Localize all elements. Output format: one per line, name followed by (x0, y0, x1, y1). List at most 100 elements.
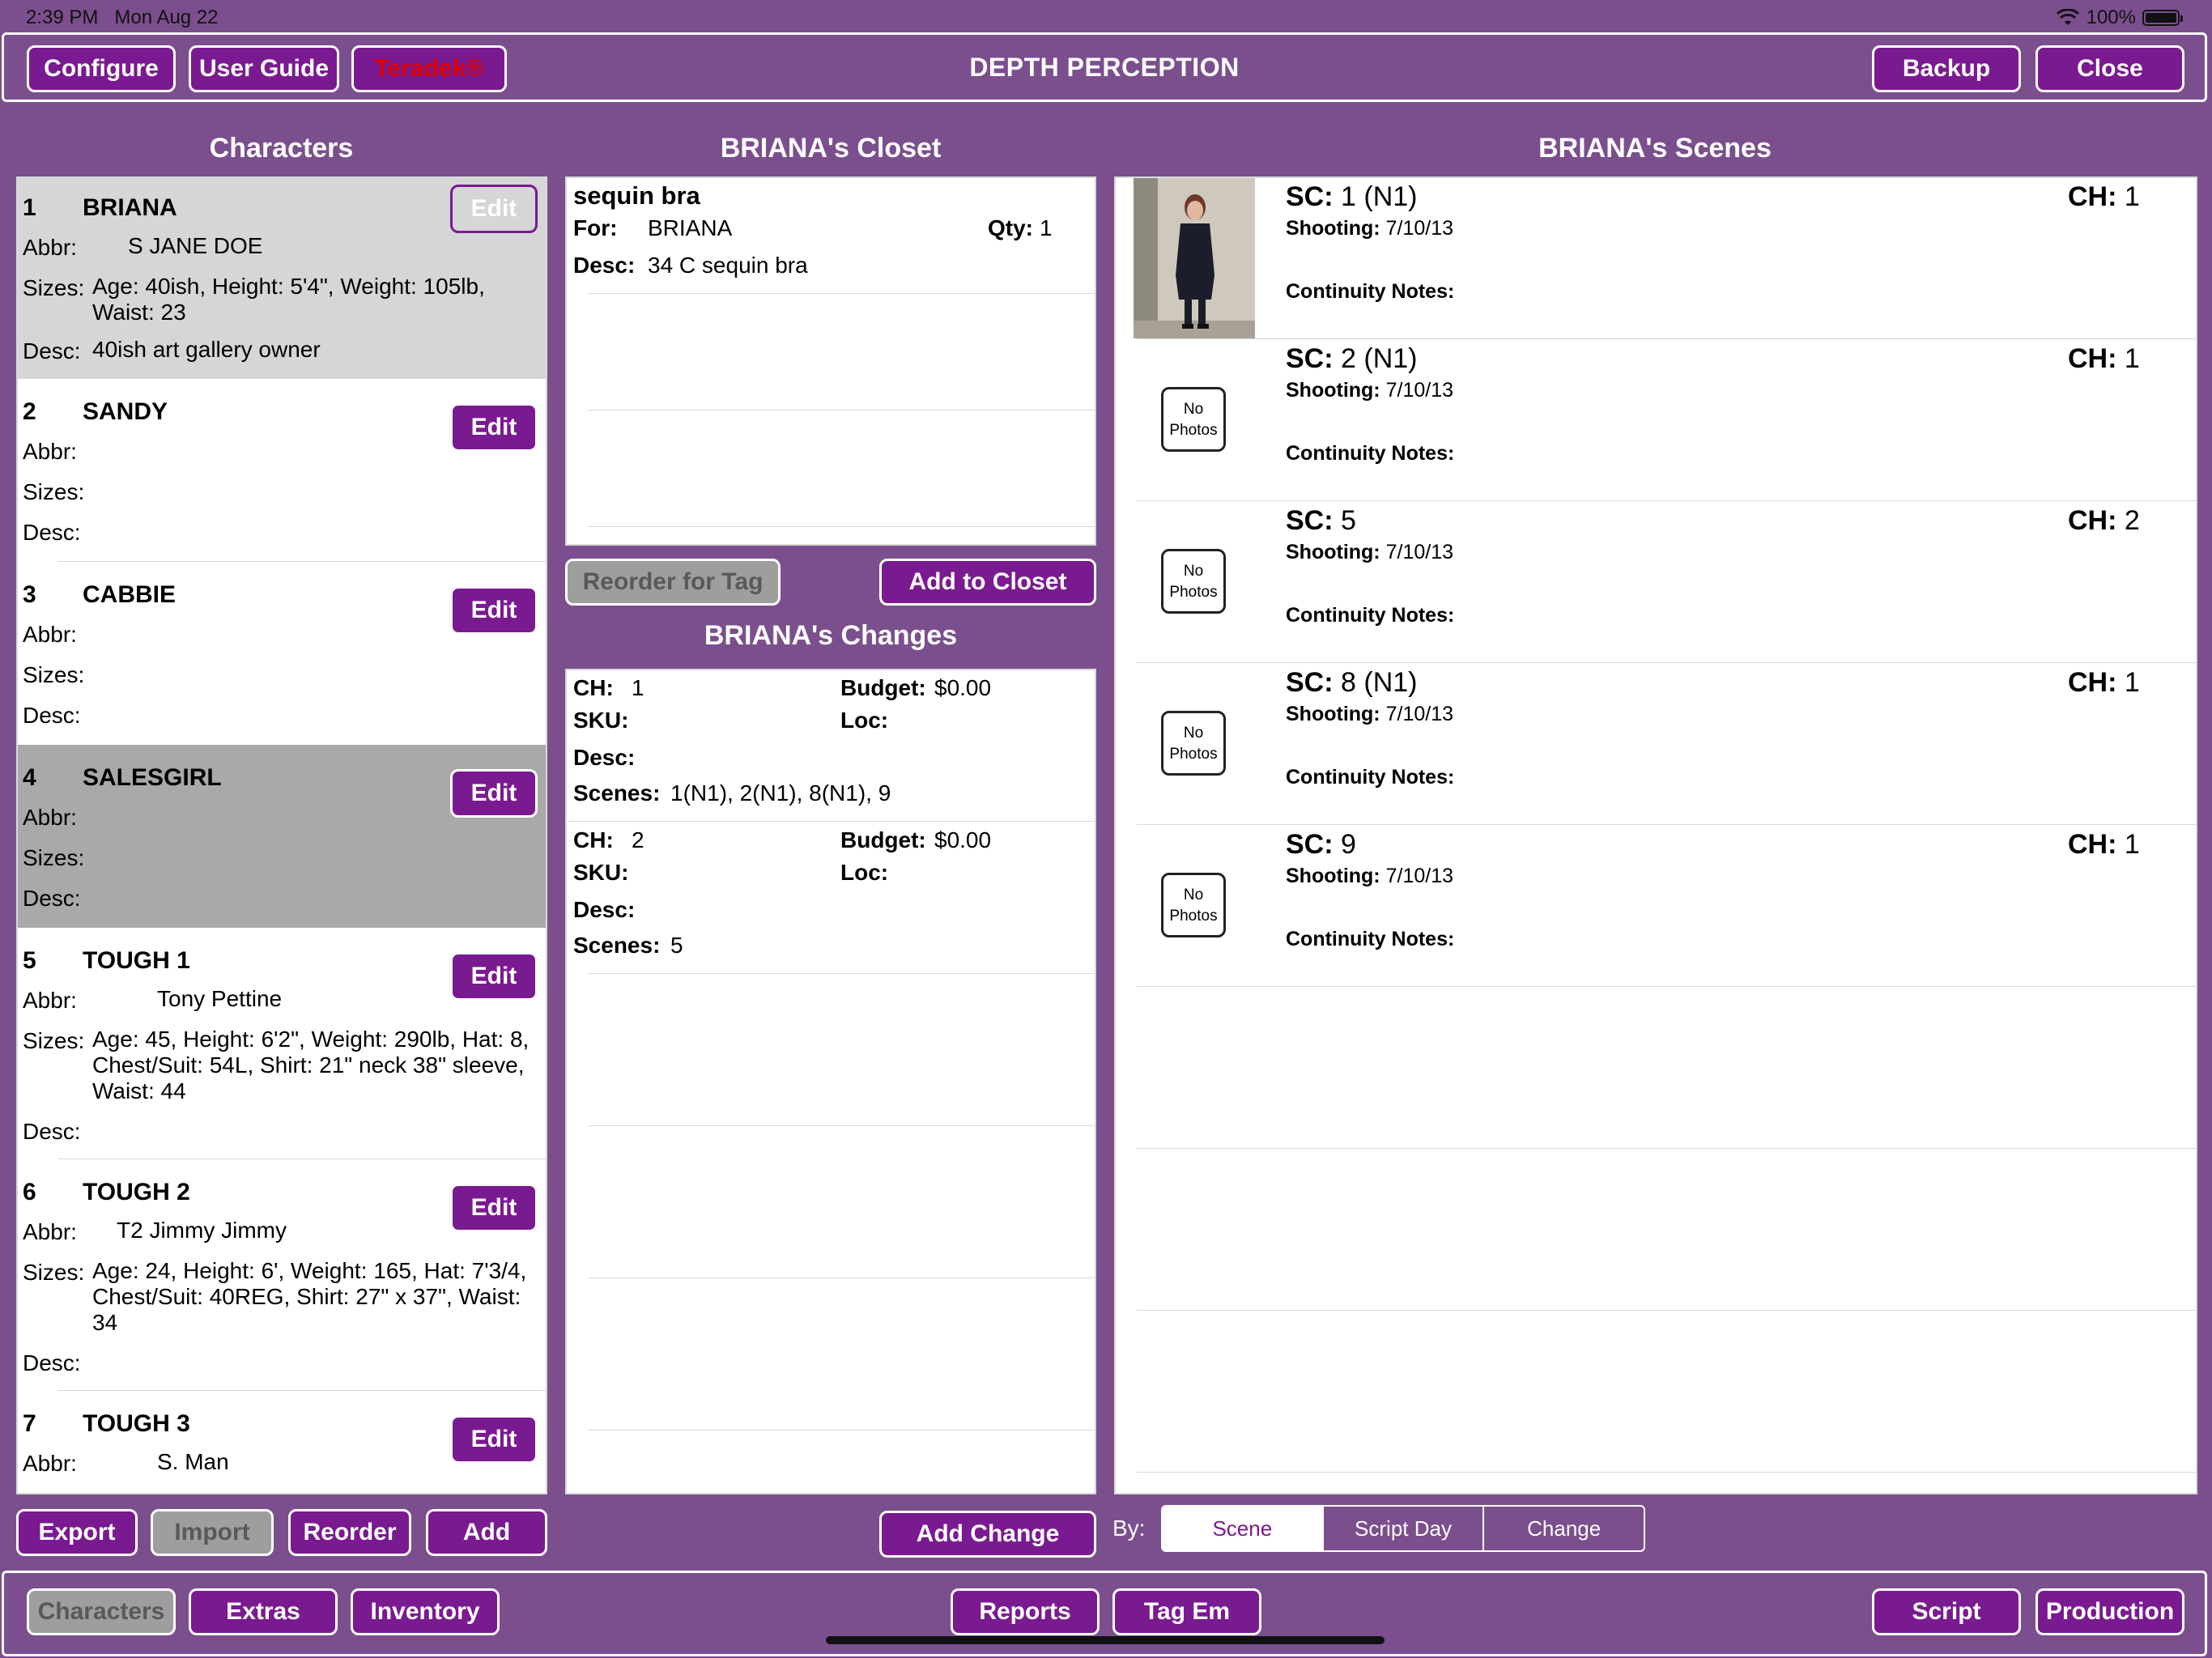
row-divider (1137, 1148, 2196, 1149)
backup-button[interactable]: Backup (1872, 45, 2021, 92)
sc-label: SC: (1286, 667, 1334, 698)
close-button[interactable]: Close (2035, 45, 2184, 92)
budget-value: $0.00 (934, 675, 992, 700)
closet-item-name: sequin bra (573, 181, 700, 210)
abbr-label: Abbr: (23, 439, 77, 464)
abbr-label: Abbr: (23, 1219, 77, 1244)
character-row[interactable]: 6 TOUGH 2 Edit Abbr: T2 Jimmy Jimmy Size… (18, 1159, 546, 1391)
sc-value: 9 (1341, 829, 1356, 860)
edit-button[interactable]: Edit (450, 586, 538, 635)
character-number: 4 (23, 764, 36, 791)
user-guide-button[interactable]: User Guide (189, 45, 339, 92)
character-row[interactable]: 2 SANDY Edit Abbr: Sizes: Desc: (18, 379, 546, 562)
nav-script-button[interactable]: Script (1872, 1588, 2021, 1635)
nav-reports-button[interactable]: Reports (951, 1588, 1100, 1635)
export-button[interactable]: Export (16, 1509, 138, 1556)
reorder-for-tag-button[interactable]: Reorder for Tag (565, 559, 781, 606)
ch-value: 1 (2124, 829, 2140, 860)
row-divider (588, 526, 1095, 527)
row-divider (588, 1430, 1095, 1431)
ch-label: CH: (573, 827, 614, 852)
status-bar: 2:39 PM Mon Aug 22 100% (0, 0, 2212, 32)
add-button[interactable]: Add (426, 1509, 547, 1556)
character-row[interactable]: 1 BRIANA Edit Abbr: S JANE DOE Sizes: Ag… (18, 178, 546, 379)
nav-tag-em-button[interactable]: Tag Em (1112, 1588, 1261, 1635)
row-divider (1137, 662, 2196, 663)
ch-value: 1 (2124, 181, 2140, 212)
edit-button[interactable]: Edit (450, 185, 538, 233)
segment-scene[interactable]: Scene (1163, 1507, 1324, 1550)
shooting-value: 7/10/13 (1385, 379, 1454, 402)
nav-characters-button[interactable]: Characters (27, 1588, 176, 1635)
reorder-button[interactable]: Reorder (288, 1509, 411, 1556)
character-number: 5 (23, 947, 36, 974)
edit-button[interactable]: Edit (450, 403, 538, 452)
segment-change[interactable]: Change (1484, 1507, 1644, 1550)
character-number: 2 (23, 398, 36, 425)
status-time: 2:39 PM Mon Aug 22 (26, 6, 219, 28)
ch-value: 2 (632, 827, 644, 852)
character-name: CABBIE (83, 581, 177, 608)
loc-label: Loc: (840, 860, 889, 885)
edit-button[interactable]: Edit (450, 952, 538, 1001)
qty-value: 1 (1040, 215, 1053, 240)
edit-button[interactable]: Edit (450, 1184, 538, 1232)
sort-by-label: By: (1112, 1516, 1146, 1541)
import-button[interactable]: Import (151, 1509, 274, 1556)
nav-inventory-button[interactable]: Inventory (351, 1588, 500, 1635)
characters-list[interactable]: 1 BRIANA Edit Abbr: S JANE DOE Sizes: Ag… (16, 176, 547, 1494)
desc-value: 40ish art gallery owner (92, 337, 321, 362)
character-row[interactable]: 7 TOUGH 3 Edit Abbr: S. Man Sizes: (18, 1391, 546, 1493)
ch-label: CH: (2068, 829, 2117, 860)
scenes-list[interactable]: SC: 1 (N1) Shooting: 7/10/13 Continuity … (1114, 176, 2197, 1494)
shooting-value: 7/10/13 (1385, 541, 1454, 563)
ch-label: CH: (2068, 181, 2117, 212)
scenes-title: BRIANA's Scenes (1538, 133, 1772, 164)
ch-value: 1 (2124, 667, 2140, 698)
sc-label: SC: (1286, 505, 1334, 536)
sc-value: 1 (N1) (1341, 181, 1418, 212)
battery-percent: 100% (2086, 6, 2136, 28)
edit-button[interactable]: Edit (450, 1415, 538, 1464)
character-row[interactable]: 3 CABBIE Edit Abbr: Sizes: Desc: (18, 562, 546, 745)
abbr-label: Abbr: (23, 235, 77, 260)
character-row[interactable]: 5 TOUGH 1 Edit Abbr: Tony Pettine Sizes:… (18, 928, 546, 1159)
character-row[interactable]: 4 SALESGIRL Edit Abbr: Sizes: Desc: (18, 745, 546, 928)
segment-script-day[interactable]: Script Day (1324, 1507, 1485, 1550)
sizes-value: Age: 45, Height: 6'2", Weight: 290lb, Ha… (92, 1027, 530, 1103)
row-divider (1137, 824, 2196, 825)
teradek-button[interactable]: Teradek® (351, 45, 507, 92)
sizes-label: Sizes: (23, 1028, 85, 1053)
sort-segmented-control[interactable]: Scene Script Day Change (1161, 1505, 1645, 1552)
row-divider (1137, 986, 2196, 987)
no-photos-icon: No Photos (1161, 549, 1226, 614)
scenes-label: Scenes: (573, 780, 661, 806)
nav-extras-button[interactable]: Extras (189, 1588, 338, 1635)
shooting-value: 7/10/13 (1385, 865, 1454, 887)
sizes-label: Sizes: (23, 1491, 84, 1493)
ch-label: CH: (573, 675, 614, 700)
closet-desc-label: Desc: (573, 253, 636, 278)
ch-label: CH: (2068, 667, 2117, 698)
ch-value: 1 (632, 675, 644, 700)
add-change-button[interactable]: Add Change (879, 1511, 1096, 1558)
abbr-label: Abbr: (23, 1451, 77, 1476)
sc-label: SC: (1286, 829, 1334, 860)
add-to-closet-button[interactable]: Add to Closet (879, 559, 1096, 606)
character-name: SALESGIRL (83, 764, 222, 791)
closet-desc-value: 34 C sequin bra (648, 253, 808, 278)
loc-label: Loc: (840, 708, 889, 733)
for-label: For: (573, 215, 618, 240)
changes-panel[interactable]: CH: 1 Budget: $0.00 SKU: Loc: Desc: Scen… (565, 669, 1096, 1494)
closet-panel[interactable]: sequin bra For: BRIANA Qty: 1 Desc: 34 C… (565, 176, 1096, 546)
desc-label: Desc: (23, 338, 81, 363)
characters-title: Characters (209, 133, 354, 164)
home-indicator (826, 1636, 1385, 1644)
changes-title: BRIANA's Changes (704, 620, 958, 651)
row-divider (1137, 1472, 2196, 1473)
configure-button[interactable]: Configure (27, 45, 176, 92)
ch-value: 1 (2124, 343, 2140, 374)
edit-button[interactable]: Edit (450, 769, 538, 818)
sizes-label: Sizes: (23, 845, 85, 870)
nav-production-button[interactable]: Production (2035, 1588, 2184, 1635)
